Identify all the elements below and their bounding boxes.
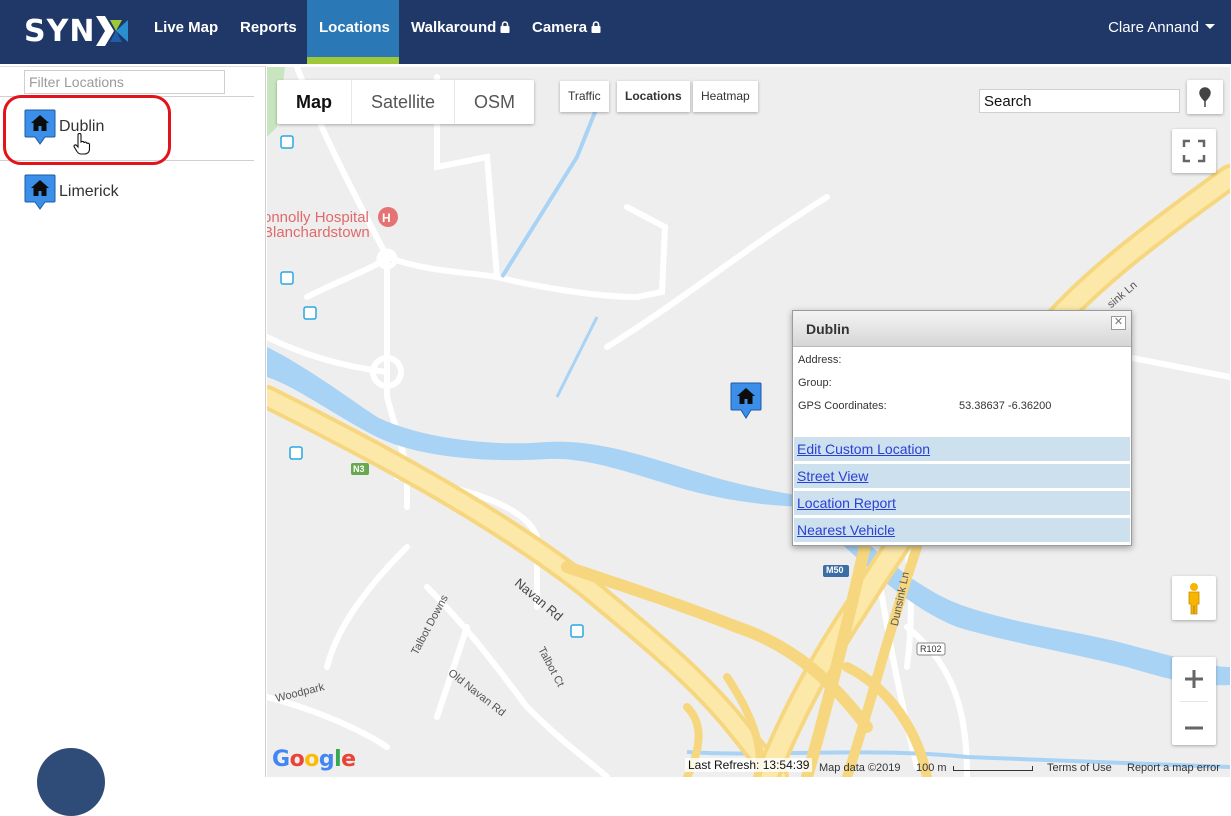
hand-cursor-icon <box>73 133 91 155</box>
location-report-link[interactable]: Location Report <box>794 490 1130 515</box>
last-refresh-time: 13:54:39 <box>762 758 810 772</box>
synx-logo[interactable]: SYN <box>24 13 129 49</box>
location-info-window: Dublin ✕ Address: Group: GPS Coordinates… <box>792 310 1132 546</box>
nav-locations-label: Locations <box>319 19 390 36</box>
google-logo[interactable]: Google <box>272 747 356 772</box>
last-refresh: Last Refresh: 13:54:39 <box>685 758 813 772</box>
road-shield-m50: M50 <box>826 565 844 575</box>
svg-text:H: H <box>382 211 391 225</box>
nav-live-map[interactable]: Live Map <box>142 0 230 64</box>
close-icon[interactable]: ✕ <box>1111 316 1126 330</box>
pegman-icon <box>1188 583 1200 615</box>
scale-bar <box>953 766 1033 771</box>
info-window-header: Dublin ✕ <box>793 311 1131 347</box>
home-pin-icon <box>24 174 56 210</box>
map-pin-icon <box>1199 87 1211 107</box>
nav-reports[interactable]: Reports <box>228 0 309 64</box>
group-label: Group: <box>798 377 832 389</box>
fullscreen-icon <box>1182 139 1206 163</box>
gps-label: GPS Coordinates: <box>798 400 887 412</box>
lock-icon <box>500 21 510 33</box>
top-navbar: SYN Live Map Reports Locations Walkaroun… <box>0 0 1231 64</box>
user-menu[interactable]: Clare Annand <box>1108 0 1215 56</box>
logo-text: SYN <box>24 13 96 49</box>
gps-value: 53.38637 -6.36200 <box>959 400 1052 412</box>
chevron-down-icon <box>1205 24 1215 29</box>
street-view-link[interactable]: Street View <box>794 463 1130 488</box>
map-type-satellite[interactable]: Satellite <box>352 80 456 124</box>
logo-x-icon <box>96 16 129 46</box>
nav-camera-label: Camera <box>532 19 588 36</box>
map-search-input[interactable] <box>979 89 1180 113</box>
place-marker-button[interactable] <box>1187 80 1223 114</box>
road-shield-n3: N3 <box>353 464 365 474</box>
report-map-error-link[interactable]: Report a map error <box>1127 762 1220 774</box>
map-type-osm[interactable]: OSM <box>455 80 534 124</box>
road-shield-r102: R102 <box>920 644 942 654</box>
location-marker-dublin[interactable] <box>730 382 762 420</box>
edit-custom-location-link[interactable]: Edit Custom Location <box>794 436 1130 461</box>
map-type-control: Map Satellite OSM <box>277 80 535 124</box>
nav-reports-label: Reports <box>240 19 297 36</box>
layer-heatmap-button[interactable]: Heatmap <box>693 81 758 112</box>
map-canvas[interactable]: H onnolly Hospital Blanchardstown Navan … <box>267 67 1230 777</box>
layer-locations-button[interactable]: Locations <box>617 81 690 112</box>
filter-locations-input[interactable] <box>24 70 225 94</box>
chat-bubble-button[interactable] <box>37 748 105 816</box>
nav-walkaround[interactable]: Walkaround <box>399 0 522 64</box>
nav-live-map-label: Live Map <box>154 19 219 36</box>
terms-of-use-link[interactable]: Terms of Use <box>1047 762 1112 774</box>
info-window-title: Dublin <box>806 321 850 337</box>
scale-label[interactable]: 100 m <box>916 762 947 774</box>
zoom-in-icon[interactable] <box>1172 657 1216 701</box>
user-name: Clare Annand <box>1108 19 1199 36</box>
zoom-out-icon[interactable] <box>1172 706 1216 750</box>
nav-camera[interactable]: Camera <box>520 0 613 64</box>
location-sidebar: Dublin Limerick <box>0 66 266 777</box>
zoom-control <box>1172 657 1216 745</box>
layer-traffic-button[interactable]: Traffic <box>560 81 609 112</box>
location-name: Limerick <box>59 183 119 200</box>
fullscreen-button[interactable] <box>1172 129 1216 173</box>
address-label: Address: <box>798 354 842 366</box>
map-data-attribution: Map data ©2019 <box>819 762 901 774</box>
location-item-limerick[interactable]: Limerick <box>24 174 119 210</box>
nearest-vehicle-link[interactable]: Nearest Vehicle <box>794 517 1130 542</box>
nav-locations[interactable]: Locations <box>307 0 399 64</box>
street-view-pegman[interactable] <box>1172 576 1216 620</box>
nav-walkaround-label: Walkaround <box>411 19 497 36</box>
last-refresh-label: Last Refresh: <box>688 758 760 772</box>
map-type-map[interactable]: Map <box>277 80 352 124</box>
lock-icon <box>591 21 601 33</box>
map-label-blanchardstown: Blanchardstown <box>267 224 370 241</box>
